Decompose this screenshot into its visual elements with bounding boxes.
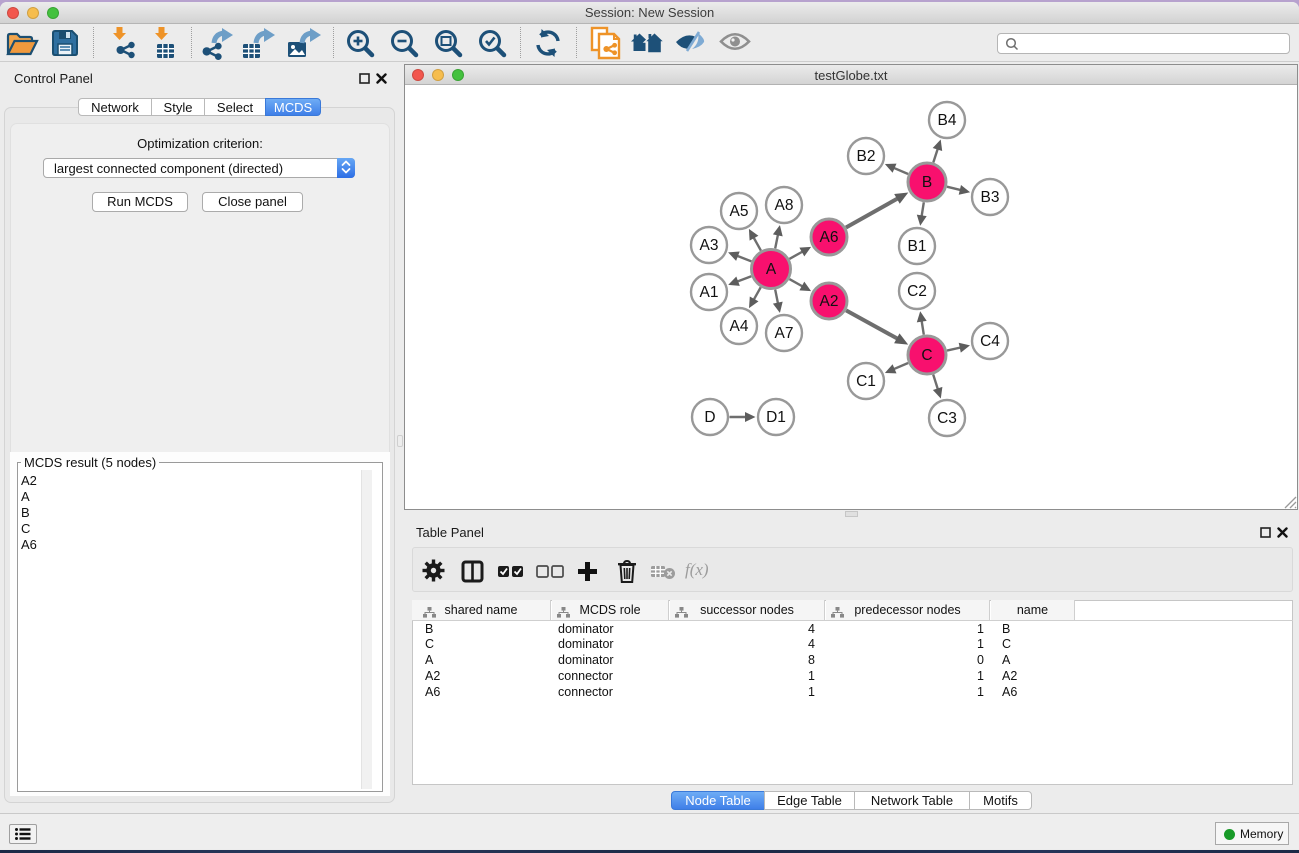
svg-text:C2: C2: [907, 283, 927, 300]
svg-text:C3: C3: [937, 410, 957, 427]
svg-text:D: D: [704, 409, 715, 426]
svg-text:A3: A3: [700, 237, 719, 254]
svg-text:A4: A4: [730, 318, 749, 335]
svg-text:B2: B2: [857, 148, 876, 165]
svg-text:B: B: [922, 174, 932, 191]
svg-text:A5: A5: [730, 203, 749, 220]
svg-text:A2: A2: [820, 293, 839, 310]
svg-text:B4: B4: [938, 112, 957, 129]
svg-text:B3: B3: [981, 189, 1000, 206]
svg-text:A1: A1: [700, 284, 719, 301]
svg-text:D1: D1: [766, 409, 786, 426]
svg-text:A7: A7: [775, 325, 794, 342]
svg-text:C4: C4: [980, 333, 1000, 350]
svg-text:C1: C1: [856, 373, 876, 390]
svg-text:B1: B1: [908, 238, 927, 255]
svg-text:A6: A6: [820, 229, 839, 246]
svg-text:A: A: [766, 261, 777, 278]
svg-text:C: C: [921, 347, 932, 364]
svg-text:A8: A8: [775, 197, 794, 214]
